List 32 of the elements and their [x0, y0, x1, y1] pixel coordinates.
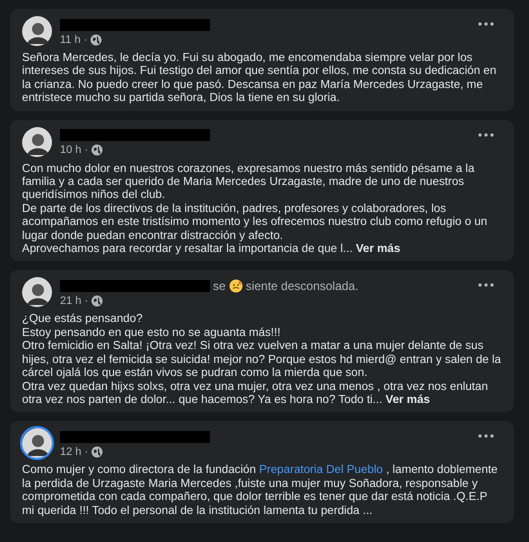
ellipsis-icon — [478, 22, 494, 26]
post-time[interactable]: 21 h · — [60, 294, 88, 307]
post-text: Otro femicidio en Salta! ¡Otra vez! Si otra vez vuelven a matar a una mujer delante de sus hijes, otra vez el femicida se suicida! mejor no? Porque estos hd mierd@ entran y salen de la cárcel ojalá los que están vivos se pudran como la mierda que son. — [22, 339, 502, 380]
sad-face-icon — [228, 278, 243, 293]
feeling-text: siente desconsolada. — [246, 278, 358, 293]
story-ring[interactable] — [22, 428, 52, 458]
page-link[interactable]: Preparatoria Del Pueblo — [259, 463, 383, 476]
post-time[interactable]: 10 h · — [60, 144, 88, 156]
post-text: Con mucho dolor en nuestros corazones, expresamos nuestro más sentido pésame a la familia y a cada ser querido de Maria Mercedes Urzagaste, madre de uno de nuestros queridísimos niños del club. — [22, 162, 476, 202]
avatar-icon — [22, 16, 52, 46]
more-options-button[interactable] — [476, 281, 496, 290]
ellipsis-icon — [478, 132, 494, 137]
post-text: Aprovechamos para recordar y resaltar la importancia de que l... Ver más — [22, 242, 402, 256]
post-text: Como mujer y como directora de la fundación Preparatoria Del Pueblo , lamento doblemente la perdida de Urzagaste Maria Mercedes ,fuiste una mujer muy Soñadora, responsable y comprometida con cada compañero, que dolor terrible es tener que dar está noticia .Q.E.P mi querida !!! Todo el personal de la institución lamenta tu perdida ... — [22, 463, 499, 517]
post-time[interactable]: 12 h · — [60, 446, 88, 458]
more-options-button[interactable] — [476, 20, 496, 28]
see-more-link[interactable]: Ver más — [356, 242, 400, 256]
more-options-button[interactable] — [476, 130, 496, 139]
post-text: Otra vez quedan hijxs solxs, otra vez una mujer, otra vez una menos , otra vez nos enlutan otra vez nos parten de dolor... que hacemos? Ya es hora no? Todo ti... Ver más — [22, 380, 489, 406]
post-text: Señora Mercedes, le decía yo. Fui su abogado, me encomendaba siempre velar por los intereses de sus hijos. Fui testigo del amor que sentía por ellos, me consta su dedicación en la crianza. No puedo creer lo que pasó. Descansa en paz María Mercedes Urzagaste, me entristece mucho su partida señora, Dios la tiene en su gloria. — [22, 51, 498, 105]
avatar-icon — [22, 126, 52, 157]
ellipsis-icon — [478, 434, 494, 438]
see-more-link[interactable]: Ver más — [386, 392, 430, 406]
post-text: ¿Que estás pensando? — [22, 312, 144, 326]
feeling-text: se — [213, 278, 226, 293]
post-text: Estoy pensando en que esto no se aguanta más!!! — [22, 326, 282, 340]
post-text: De parte de los directivos de la institución, padres, profesores y colaboradores, los acompañamos en este tristísimo momento y les ofrecemos nuestro club como refugio o un lugar donde puedan encontrar distracción y afecto. — [22, 202, 488, 242]
avatar-icon — [22, 277, 52, 308]
more-options-button[interactable] — [476, 432, 496, 440]
avatar-icon — [22, 428, 52, 458]
post-time[interactable]: 11 h · — [60, 34, 88, 46]
ellipsis-icon — [478, 283, 494, 288]
